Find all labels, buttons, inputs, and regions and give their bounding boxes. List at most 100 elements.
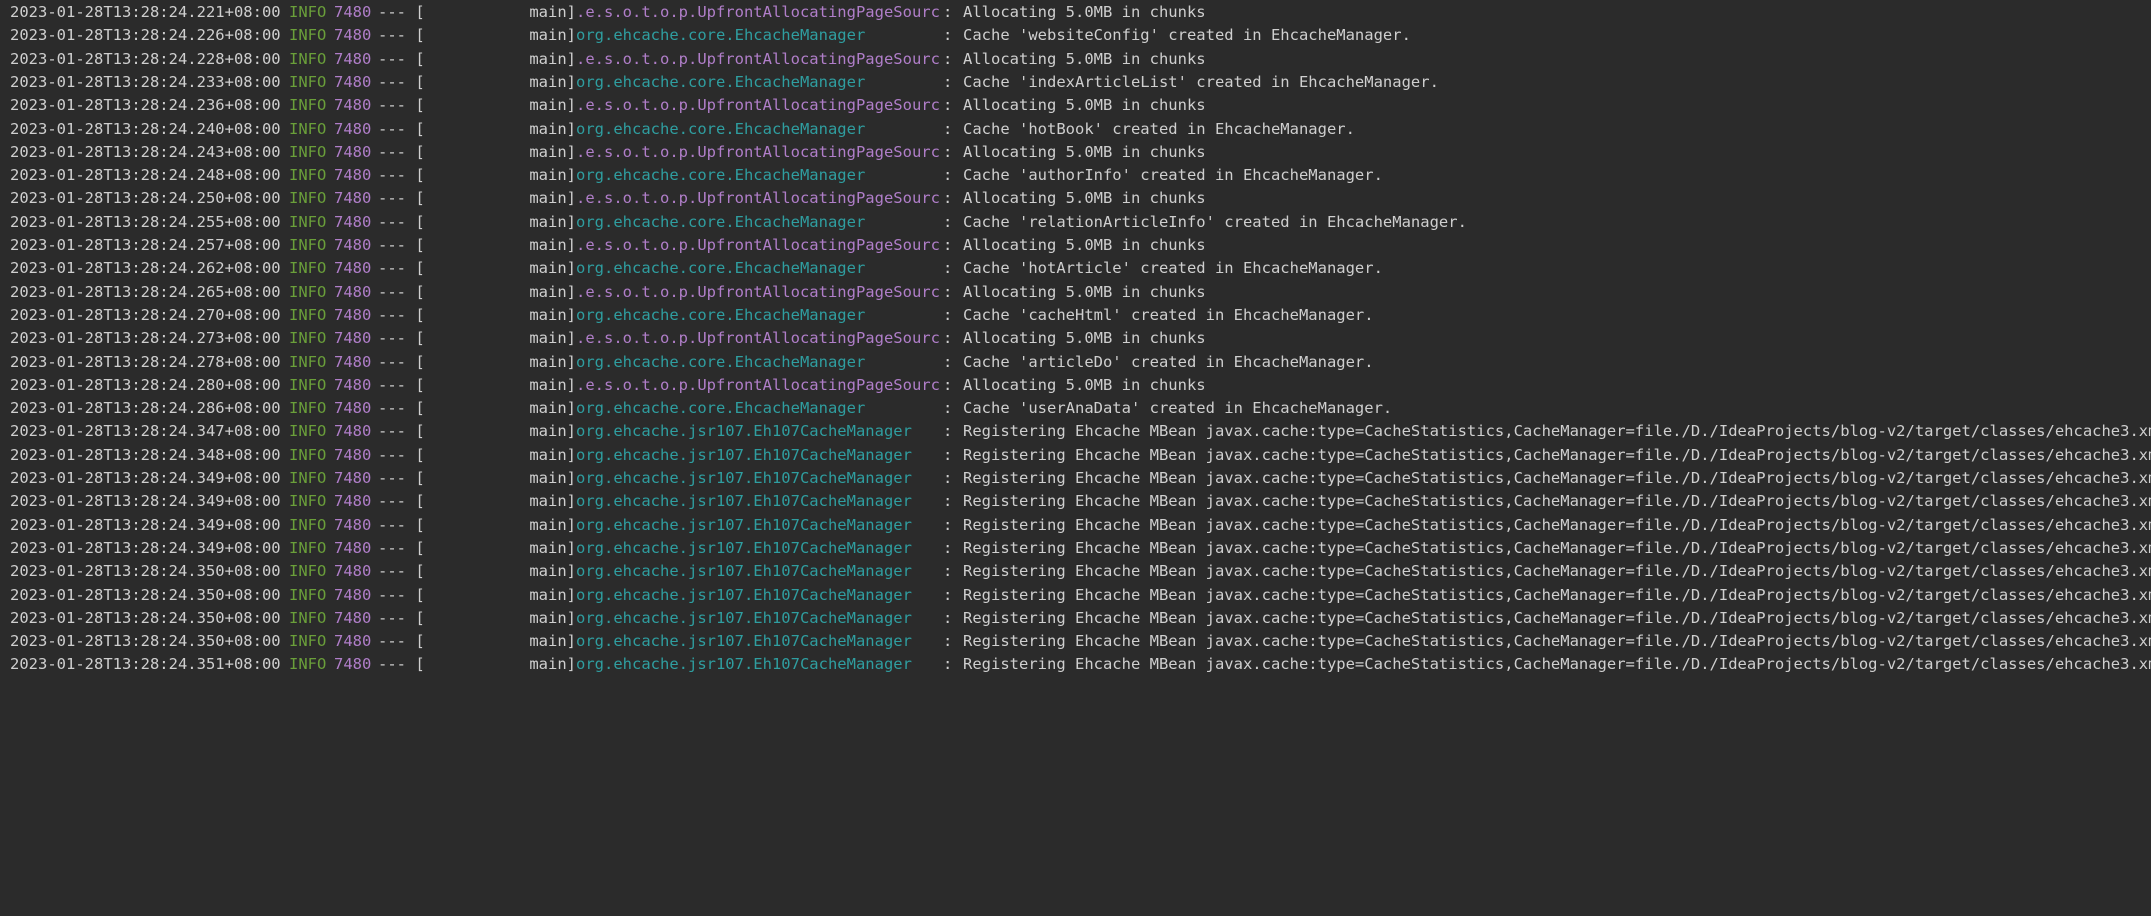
log-colon: : (943, 515, 953, 534)
log-separator: --- [ (378, 212, 425, 231)
log-thread: main] (529, 3, 576, 21)
log-thread: main] (529, 585, 576, 604)
log-logger-name: .e.s.o.t.o.p.UpfrontAllocatingPageSource (576, 282, 940, 301)
log-level: INFO (289, 538, 327, 557)
log-thread: main] (529, 329, 576, 348)
log-timestamp: 2023-01-28T13:28:24.348+08:00 (10, 445, 281, 464)
log-colon: : (943, 259, 953, 278)
log-timestamp: 2023-01-28T13:28:24.250+08:00 (10, 189, 281, 208)
log-logger-name: .e.s.o.t.o.p.UpfrontAllocatingPageSource (576, 329, 940, 348)
log-logger-name: org.ehcache.core.EhcacheManager (576, 26, 866, 45)
log-colon: : (943, 142, 953, 161)
log-thread: main] (529, 375, 576, 394)
log-colon: : (943, 96, 953, 115)
log-logger-name: org.ehcache.jsr107.Eh107CacheManager (576, 422, 912, 441)
log-thread: main] (529, 445, 576, 464)
log-message: Allocating 5.0MB in chunks (963, 282, 1206, 301)
log-separator: --- [ (378, 399, 425, 418)
log-level: INFO (289, 259, 327, 278)
log-logger-name: org.ehcache.core.EhcacheManager (576, 399, 866, 418)
log-pid: 7480 (334, 72, 372, 91)
log-level: INFO (289, 305, 327, 324)
log-timestamp: 2023-01-28T13:28:24.350+08:00 (10, 632, 281, 651)
log-message: Allocating 5.0MB in chunks (963, 189, 1206, 208)
log-colon: : (943, 399, 953, 418)
log-logger-name: .e.s.o.t.o.p.UpfrontAllocatingPageSource (576, 142, 940, 161)
log-level: INFO (289, 515, 327, 534)
log-logger-name: org.ehcache.core.EhcacheManager (576, 119, 866, 138)
log-pid: 7480 (334, 655, 372, 674)
log-separator: --- [ (378, 585, 425, 604)
log-timestamp: 2023-01-28T13:28:24.347+08:00 (10, 422, 281, 441)
log-colon: : (943, 49, 953, 68)
log-thread: main] (529, 236, 576, 254)
log-timestamp: 2023-01-28T13:28:24.350+08:00 (10, 585, 281, 604)
log-thread: main] (529, 49, 576, 68)
log-separator: --- [ (378, 538, 425, 557)
log-timestamp: 2023-01-28T13:28:24.233+08:00 (10, 72, 281, 91)
log-logger-name: org.ehcache.jsr107.Eh107CacheManager (576, 608, 912, 627)
log-message: Cache 'relationArticleInfo' created in E… (963, 212, 1467, 231)
log-colon: : (943, 166, 953, 185)
log-message: Cache 'indexArticleList' created in Ehca… (963, 72, 1439, 91)
log-message: Registering Ehcache MBean javax.cache:ty… (963, 655, 2151, 674)
console-output-panel[interactable]: 2023-01-28T13:28:24.221+08:00 INFO 7480 … (0, 0, 2151, 916)
log-timestamp: 2023-01-28T13:28:24.286+08:00 (10, 399, 281, 418)
log-colon: : (943, 3, 953, 21)
log-pid: 7480 (334, 142, 372, 161)
log-logger-name: org.ehcache.jsr107.Eh107CacheManager (576, 492, 912, 511)
log-timestamp: 2023-01-28T13:28:24.248+08:00 (10, 166, 281, 185)
log-separator: --- [ (378, 282, 425, 301)
log-separator: --- [ (378, 445, 425, 464)
log-timestamp: 2023-01-28T13:28:24.257+08:00 (10, 236, 281, 254)
log-logger-name: org.ehcache.core.EhcacheManager (576, 352, 866, 371)
log-colon: : (943, 562, 953, 581)
log-timestamp: 2023-01-28T13:28:24.236+08:00 (10, 96, 281, 115)
log-thread: main] (529, 282, 576, 301)
log-colon: : (943, 375, 953, 394)
log-separator: --- [ (378, 189, 425, 208)
log-colon: : (943, 329, 953, 348)
log-thread: main] (529, 212, 576, 231)
log-thread: main] (529, 632, 576, 651)
log-timestamp: 2023-01-28T13:28:24.349+08:00 (10, 469, 281, 487)
log-level: INFO (289, 212, 327, 231)
log-separator: --- [ (378, 329, 425, 348)
log-thread: main] (529, 72, 576, 91)
log-message: Allocating 5.0MB in chunks (963, 3, 1206, 21)
log-colon: : (943, 352, 953, 371)
log-thread: main] (529, 119, 576, 138)
log-level: INFO (289, 632, 327, 651)
log-thread: main] (529, 259, 576, 278)
log-logger-name: org.ehcache.core.EhcacheManager (576, 305, 866, 324)
log-colon: : (943, 72, 953, 91)
log-pid: 7480 (334, 49, 372, 68)
log-timestamp: 2023-01-28T13:28:24.226+08:00 (10, 26, 281, 45)
log-message: Allocating 5.0MB in chunks (963, 96, 1206, 115)
log-pid: 7480 (334, 469, 372, 487)
log-thread: main] (529, 515, 576, 534)
log-level: INFO (289, 189, 327, 208)
log-colon: : (943, 305, 953, 324)
log-message: Registering Ehcache MBean javax.cache:ty… (963, 515, 2151, 534)
log-thread: main] (529, 538, 576, 557)
log-level: INFO (289, 585, 327, 604)
log-separator: --- [ (378, 352, 425, 371)
log-message: Cache 'hotBook' created in EhcacheManage… (963, 119, 1355, 138)
log-logger-name: org.ehcache.core.EhcacheManager (576, 72, 866, 91)
log-level: INFO (289, 492, 327, 511)
log-separator: --- [ (378, 492, 425, 511)
log-line: 2023-01-28T13:28:24.351+08:00 INFO 7480 … (0, 652, 2151, 684)
log-pid: 7480 (334, 119, 372, 138)
log-message: Cache 'userAnaData' created in EhcacheMa… (963, 399, 1393, 418)
log-separator: --- [ (378, 469, 425, 487)
log-logger-name: org.ehcache.jsr107.Eh107CacheManager (576, 585, 912, 604)
log-thread: main] (529, 352, 576, 371)
log-pid: 7480 (334, 562, 372, 581)
log-pid: 7480 (334, 189, 372, 208)
log-pid: 7480 (334, 259, 372, 278)
log-thread: main] (529, 189, 576, 208)
log-logger-name: org.ehcache.core.EhcacheManager (576, 166, 866, 185)
log-separator: --- [ (378, 305, 425, 324)
log-level: INFO (289, 422, 327, 441)
